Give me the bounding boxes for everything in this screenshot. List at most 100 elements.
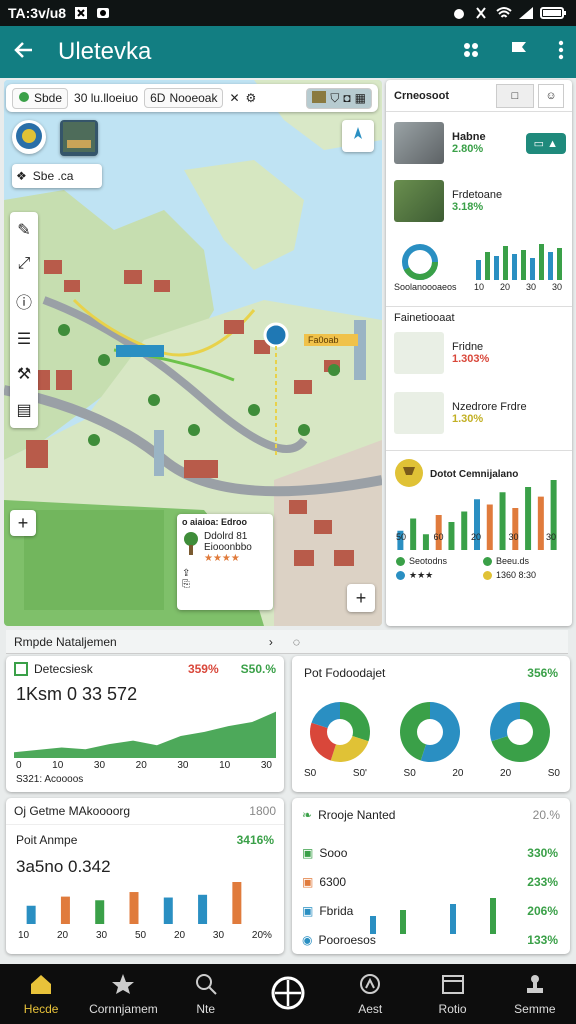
item-thumbnail <box>394 392 444 434</box>
map-pin-icon[interactable] <box>508 39 530 66</box>
alarm-icon <box>452 6 466 20</box>
compass-button[interactable] <box>342 120 374 152</box>
refresh-icon[interactable]: ◌ <box>293 635 300 649</box>
wifi-icon <box>496 6 512 20</box>
chevron-icon[interactable]: › <box>269 635 273 649</box>
panel-pct: 356% <box>527 666 558 680</box>
list-item[interactable]: Fridne 1.303% <box>394 332 566 374</box>
donut-hole <box>327 719 353 745</box>
crosshair-icon <box>271 976 305 1013</box>
nav-home[interactable]: Hecde <box>1 973 81 1016</box>
tick-label: 20% <box>251 930 272 941</box>
camera-icon <box>96 6 110 20</box>
settings-icon[interactable]: ⚙ <box>246 91 257 105</box>
avatar-icon <box>15 122 43 153</box>
battery-icon <box>540 6 568 20</box>
row-pct: 330% <box>527 845 558 860</box>
table-row[interactable]: ◉ Pooroesos 133% <box>302 925 558 954</box>
info-icon[interactable]: ⓘ <box>16 289 32 313</box>
toggle-button[interactable]: ▭ ▲ <box>525 132 566 154</box>
layer-chip[interactable]: 6D Nooeoak <box>144 88 224 108</box>
tick-label: 30 <box>551 282 562 292</box>
row-pct: 233% <box>527 874 558 889</box>
tick-label: 20 <box>56 930 69 941</box>
share-icon[interactable]: ⇪ <box>182 568 268 579</box>
chart-bar <box>129 892 139 924</box>
close-icon[interactable]: ✕ <box>229 91 239 105</box>
check-icon: ▣ <box>302 845 314 860</box>
nav-reports[interactable]: Rotio <box>413 973 493 1016</box>
tick-label: 10 <box>219 760 231 771</box>
user-icon[interactable]: ☺ <box>538 83 564 108</box>
draw-icon[interactable]: ✎ <box>17 220 30 240</box>
legend-label: Beeu.ds <box>496 556 530 566</box>
zoom-in-button-left[interactable]: + <box>10 510 36 536</box>
note-icon[interactable]: ☰ <box>17 329 31 349</box>
mini-chart-ticks: 10 20 30 30 <box>474 282 562 292</box>
app-bar: Uletevka <box>0 26 576 78</box>
item-name: Frdetoane <box>452 189 503 201</box>
satellite-thumb[interactable] <box>60 120 98 156</box>
nav-explore[interactable]: Aest <box>330 973 410 1016</box>
table-row[interactable]: ▣ 6300 233% <box>302 867 558 896</box>
chart-bar <box>198 894 208 924</box>
more-vert-icon[interactable] <box>558 40 564 65</box>
popup-rating: ★★★★ <box>204 553 240 564</box>
donut-charts <box>310 702 550 762</box>
bookmark-icon[interactable]: ⎘ <box>182 579 268 590</box>
mute-icon <box>474 6 488 20</box>
row-pct: 133% <box>527 932 558 947</box>
table-row[interactable]: ▣ Sooo 330% <box>302 838 558 867</box>
row-label: 6300 <box>319 874 347 889</box>
app-title: Uletevka <box>58 38 152 65</box>
nav-settings[interactable]: Semme <box>495 973 575 1016</box>
table-row[interactable]: ▣ Fbrida 206% <box>302 896 558 925</box>
panel-pct-green: S50.% <box>240 662 276 676</box>
nav-center[interactable] <box>248 976 328 1013</box>
layer-toggle[interactable]: ❖ Sbe .ca <box>12 164 102 188</box>
item-pct: 3.18% <box>452 201 484 213</box>
star-icon <box>111 973 135 998</box>
chart-bar <box>60 896 70 924</box>
map-search-bar[interactable]: Sbde 30 lu.lloeiuo 6D Nooeoak ✕ ⚙ ⛉ ◘ ▦ <box>6 84 378 112</box>
area-ticks: 0 10 30 20 30 10 30 <box>16 760 272 771</box>
nav-label: Cornnjamem <box>89 1001 158 1016</box>
place-popup[interactable]: o aiaioa: Edroo Ddolrd 81 Eiooonbbo ★★★★… <box>177 514 273 610</box>
panel-header-pct: 20.% <box>532 808 560 822</box>
tick-label: 50 <box>134 930 147 941</box>
compass-nav-icon <box>358 973 382 998</box>
mini-chart-label: Soolanoooaeos <box>394 282 457 292</box>
list-item[interactable]: Habne 2.80% ▭ ▲ <box>394 122 566 164</box>
map-mode-chip[interactable]: ⛉ ◘ ▦ <box>306 87 372 109</box>
avatar-button[interactable] <box>12 120 46 154</box>
tick-label: 20 <box>499 282 510 292</box>
donut-ticks: S0 S0' S0 20 20 S0 <box>304 768 560 779</box>
filter-chip[interactable]: Sbde <box>12 87 69 109</box>
calendar-icon <box>441 973 465 998</box>
back-arrow-icon[interactable] <box>12 38 36 67</box>
tree-icon <box>182 531 200 564</box>
panel-icon <box>14 662 28 676</box>
list-item[interactable]: Frdetoane 3.18% <box>394 180 566 222</box>
grid-dots-icon[interactable] <box>462 41 480 64</box>
tick-label: 30 <box>545 532 556 542</box>
measure-icon[interactable]: ⤢ <box>18 255 31 273</box>
square-icon[interactable]: □ <box>496 83 534 108</box>
satellite-icon <box>63 121 95 155</box>
nav-search[interactable]: Nte <box>166 973 246 1016</box>
grid-layout-icon[interactable]: ▤ <box>16 400 31 420</box>
legend-label: ★★★ <box>409 570 434 581</box>
popup-line1: Ddolrd 81 <box>204 531 248 542</box>
list-item[interactable]: Nzedrore Frdre 1.30% <box>394 392 566 434</box>
chart-bar <box>232 882 242 924</box>
search-query[interactable]: 30 lu.lloeiuo <box>74 91 138 105</box>
tools-icon[interactable]: ⚒ <box>17 364 31 384</box>
photo-icon <box>312 90 327 106</box>
row-label: Fbrida <box>319 903 354 918</box>
tick-label: 30 <box>95 930 108 941</box>
zoom-in-button-right[interactable]: + <box>347 584 375 612</box>
panel-footer: S321: Acoooos <box>16 774 84 785</box>
tick-label: S0 <box>547 768 560 779</box>
nav-favorites[interactable]: Cornnjamem <box>83 973 163 1016</box>
camera-small-icon: ◘ <box>343 91 351 105</box>
